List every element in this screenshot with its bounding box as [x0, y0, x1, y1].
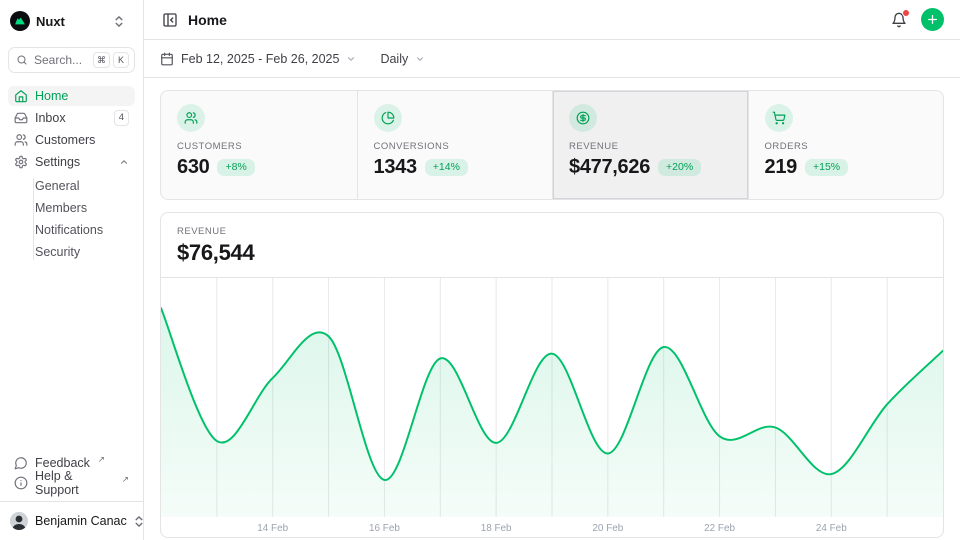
svg-text:14 Feb: 14 Feb [257, 523, 288, 534]
stat-label: ORDERS [765, 141, 928, 152]
date-range-picker[interactable]: Feb 12, 2025 - Feb 26, 2025 [160, 52, 356, 66]
sidebar-item-members[interactable]: Members [8, 198, 135, 218]
main-area: Home Feb 12, 2025 - Feb 26, 2025 [144, 0, 960, 540]
svg-text:16 Feb: 16 Feb [369, 523, 400, 534]
stat-label: CONVERSIONS [374, 141, 537, 152]
sidebar: Nuxt Search... ⌘K Home [0, 0, 144, 540]
sidebar-item-general[interactable]: General [8, 176, 135, 196]
sidebar-spacer [8, 262, 135, 453]
stat-value: 1343 [374, 156, 417, 179]
svg-text:22 Feb: 22 Feb [704, 523, 735, 534]
sidebar-item-label: Help & Support [35, 469, 114, 497]
panel-left-close-icon [162, 12, 178, 28]
stat-delta-badge: +15% [805, 159, 848, 176]
sidebar-item-label: Settings [35, 155, 80, 169]
sidebar-item-settings[interactable]: Settings [8, 152, 135, 172]
notification-dot [902, 9, 910, 17]
topbar-actions [889, 8, 944, 31]
sidebar-item-help-support[interactable]: Help & Support ↗ [8, 473, 135, 493]
info-circle-icon [14, 476, 28, 490]
shopping-cart-icon [765, 104, 793, 132]
home-icon [14, 89, 28, 103]
stat-value: $477,626 [569, 156, 650, 179]
svg-text:18 Feb: 18 Feb [481, 523, 512, 534]
sidebar-nav: Home Inbox 4 Customers [8, 86, 135, 262]
plus-icon [926, 13, 939, 26]
kbd-k: K [113, 52, 129, 68]
calendar-icon [160, 52, 174, 66]
filters-toolbar: Feb 12, 2025 - Feb 26, 2025 Daily [144, 40, 960, 78]
sidebar-main: Nuxt Search... ⌘K Home [0, 0, 143, 501]
chevron-down-icon [346, 54, 356, 64]
external-link-icon: ↗ [98, 454, 105, 465]
chevron-up-down-icon [134, 515, 144, 528]
sidebar-toggle-button[interactable] [160, 10, 180, 30]
stat-value: 630 [177, 156, 209, 179]
team-name: Nuxt [36, 14, 108, 29]
stat-label: CUSTOMERS [177, 141, 341, 152]
revenue-chart-card: REVENUE $76,544 14 Feb 16 Feb 18 Feb 20 Feb… [160, 212, 944, 538]
chart-metric-value: $76,544 [177, 240, 927, 266]
sidebar-item-security[interactable]: Security [8, 242, 135, 262]
user-name: Benjamin Canac [35, 514, 127, 528]
avatar [10, 512, 28, 530]
inbox-icon [14, 111, 28, 125]
revenue-area-chart[interactable]: 14 Feb 16 Feb 18 Feb 20 Feb 22 Feb 24 Feb [161, 278, 943, 537]
stat-label: REVENUE [569, 141, 732, 152]
add-button[interactable] [921, 8, 944, 31]
sidebar-item-label: Customers [35, 133, 95, 147]
svg-text:20 Feb: 20 Feb [592, 523, 623, 534]
sidebar-user-section: Benjamin Canac [0, 501, 143, 540]
circle-dollar-icon [569, 104, 597, 132]
chevron-up-icon [119, 157, 129, 167]
sidebar-item-notifications[interactable]: Notifications [8, 220, 135, 240]
topbar: Home [144, 0, 960, 40]
notifications-button[interactable] [889, 10, 909, 30]
sidebar-item-customers[interactable]: Customers [8, 130, 135, 150]
chart-header: REVENUE $76,544 [161, 213, 943, 278]
kbd-cmd: ⌘ [93, 52, 110, 68]
date-range-label: Feb 12, 2025 - Feb 26, 2025 [181, 52, 339, 66]
stat-card-orders[interactable]: ORDERS 219 +15% [748, 91, 944, 199]
sidebar-item-home[interactable]: Home [8, 86, 135, 106]
content: CUSTOMERS 630 +8% CONVERSIONS 1343 +14% [144, 78, 960, 540]
sidebar-item-inbox[interactable]: Inbox 4 [8, 108, 135, 128]
inbox-count-badge: 4 [114, 110, 129, 127]
nuxt-logo-icon [10, 11, 30, 31]
app-window: Nuxt Search... ⌘K Home [0, 0, 960, 540]
settings-subnav: General Members Notifications Security [8, 176, 135, 262]
users-icon [14, 133, 28, 147]
user-menu[interactable]: Benjamin Canac [8, 509, 135, 533]
stat-card-conversions[interactable]: CONVERSIONS 1343 +14% [357, 91, 553, 199]
sidebar-item-label: Home [35, 89, 68, 103]
message-bubble-icon [14, 456, 28, 470]
stat-delta-badge: +8% [217, 159, 254, 176]
stat-card-customers[interactable]: CUSTOMERS 630 +8% [161, 91, 357, 199]
sidebar-item-label: Feedback [35, 456, 90, 470]
page-title: Home [188, 12, 227, 28]
period-label: Daily [380, 52, 408, 66]
sidebar-item-label: Inbox [35, 111, 66, 125]
stat-card-revenue[interactable]: REVENUE $477,626 +20% [552, 91, 748, 199]
team-selector[interactable]: Nuxt [8, 8, 135, 34]
chart-metric-label: REVENUE [177, 226, 927, 237]
stat-value: 219 [765, 156, 797, 179]
period-select[interactable]: Daily [380, 52, 425, 66]
chevron-down-icon [415, 54, 425, 64]
svg-text:24 Feb: 24 Feb [816, 523, 847, 534]
stat-delta-badge: +20% [658, 159, 701, 176]
stats-panel: CUSTOMERS 630 +8% CONVERSIONS 1343 +14% [160, 90, 944, 200]
search-input[interactable]: Search... ⌘K [8, 47, 135, 73]
users-icon [177, 104, 205, 132]
gear-icon [14, 155, 28, 169]
search-shortcut: ⌘K [93, 52, 129, 68]
search-placeholder: Search... [34, 53, 87, 67]
chevron-up-down-icon [114, 15, 124, 28]
stat-delta-badge: +14% [425, 159, 468, 176]
chart-plot-area[interactable]: 14 Feb 16 Feb 18 Feb 20 Feb 22 Feb 24 Feb [161, 278, 943, 537]
pie-chart-icon [374, 104, 402, 132]
external-link-icon: ↗ [122, 474, 129, 485]
search-icon [16, 54, 28, 66]
